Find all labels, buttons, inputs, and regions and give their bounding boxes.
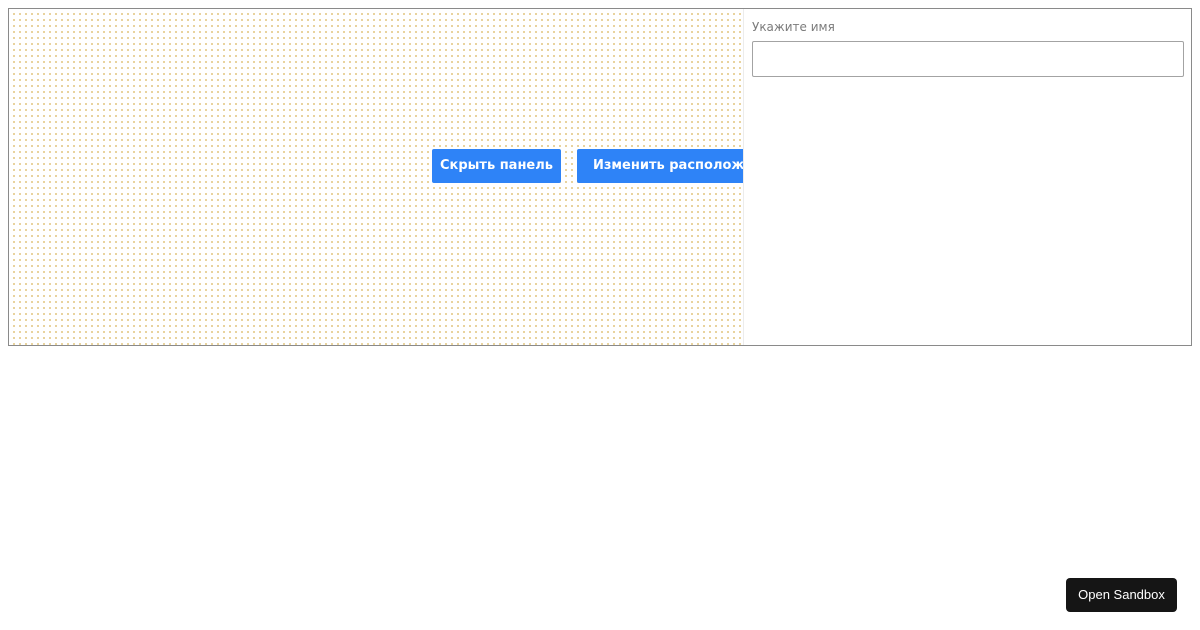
preview-frame: Скрыть панель Изменить расположение Укаж… (8, 8, 1192, 346)
side-panel: Укажите имя (743, 9, 1191, 345)
name-field-label: Укажите имя (752, 20, 835, 34)
name-input[interactable] (752, 41, 1184, 77)
change-layout-button[interactable]: Изменить расположение (577, 149, 743, 183)
dotted-canvas[interactable]: Скрыть панель Изменить расположение (9, 9, 743, 345)
open-sandbox-button[interactable]: Open Sandbox (1066, 578, 1177, 612)
hide-panel-button[interactable]: Скрыть панель (432, 149, 561, 183)
